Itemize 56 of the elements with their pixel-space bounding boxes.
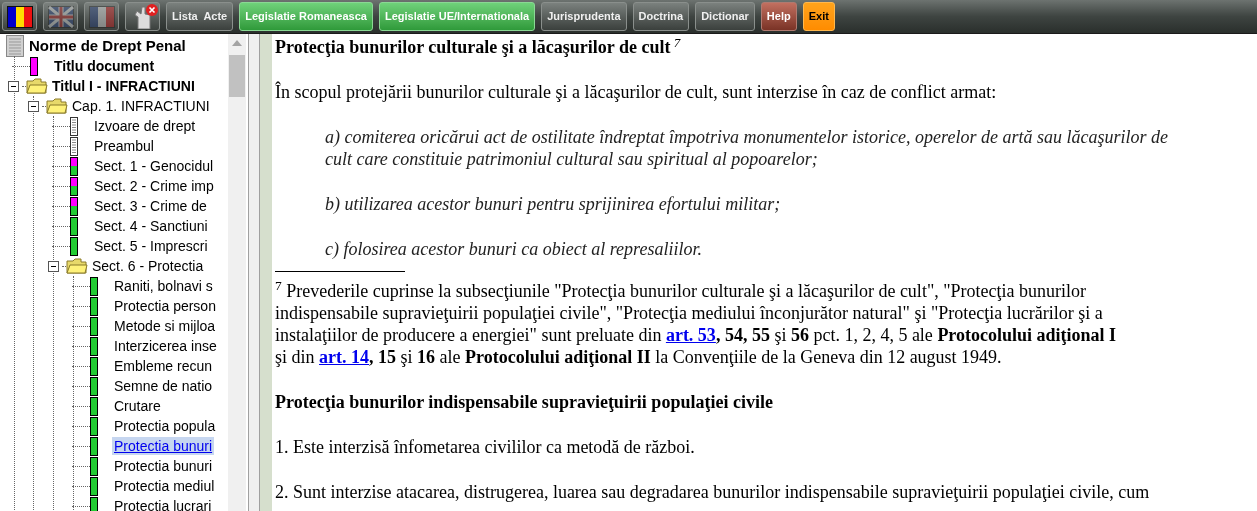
tree-item[interactable]: Sect. 5 - Imprescri: [92, 237, 210, 255]
flag-icon: [6, 5, 33, 28]
article-link[interactable]: art. 53: [665, 325, 716, 345]
folder-icon: [46, 98, 68, 114]
tree-item[interactable]: Embleme recun: [112, 357, 215, 375]
collapse-icon[interactable]: [28, 100, 39, 112]
tree-item[interactable]: Sect. 4 - Sanctiuni: [92, 217, 210, 235]
flag-button[interactable]: [2, 2, 37, 31]
tree-item[interactable]: Protectia bunuri: [112, 437, 215, 455]
tree-item[interactable]: Protectia person: [112, 297, 218, 315]
document-icon: [6, 35, 24, 57]
flag-icon: [47, 5, 74, 28]
document-icon: [30, 56, 38, 76]
list-item: c) folosirea acestor bunuri ca obiect al represaliilor.: [325, 238, 703, 260]
tree-item[interactable]: Protectia bunuri: [112, 457, 215, 475]
tree-item[interactable]: Raniti, bolnavi s: [112, 277, 215, 295]
tree-item[interactable]: Titlul I - INFRACTIUNI: [50, 77, 197, 95]
paragraph: În scopul protejării bunurilor culturale şi a lăcaşurilor de cult, sunt interzise în caz de conflict armat:: [275, 81, 998, 103]
tree-item[interactable]: Preambul: [92, 137, 156, 155]
nav-button[interactable]: Dictionar: [695, 2, 755, 31]
nav-button[interactable]: Exit: [802, 2, 835, 31]
nav-button[interactable]: Jurisprudenta: [541, 2, 627, 31]
scrollbar-thumb[interactable]: [229, 55, 245, 97]
tree-item[interactable]: Norme de Drept Penal: [27, 37, 188, 55]
section-heading: Protecţia bunurilor culturale şi a lăcaşurilor de cult $^{7}$: [275, 36, 681, 58]
tree-item[interactable]: Izvoare de drept: [92, 117, 198, 135]
paragraph: 1. Este interzisă înfometarea civililor ca metodă de război.: [275, 436, 696, 458]
tree-item[interactable]: Sect. 1 - Genocidul: [92, 157, 216, 175]
nav-button[interactable]: Lista Acte: [166, 2, 234, 31]
list-item: a) comiterea oricărui act de ostilitate îndreptat împotriva monumentelor istorice, operelor de artă sau lăcaşurilor de cult care constituie patrimoniul cultural sau spiritual al popoarelor;: [325, 126, 1169, 170]
scrollbar[interactable]: [228, 34, 246, 511]
article-link[interactable]: art. 14: [319, 347, 369, 367]
tree-item[interactable]: Semne de natio: [112, 377, 215, 395]
nav-button[interactable]: Doctrina: [632, 2, 690, 31]
tree-item[interactable]: Sect. 2 - Crime imp: [92, 177, 216, 195]
collapse-icon[interactable]: [48, 260, 59, 272]
footnote: $^{7}$ Prevederile cuprinse la subsecţiunile "Protecţia bunurilor culturale şi a lăcaşurilor de cult", "Protecţia bunurilor indispensabile supravieţuirii populaţiei civile", "Protecţia mediului înconjurător natural" şi "Protecţia lucrărilor şi a instalaţiilor de producere a energiei" sunt preluate din art. 53, 54, 55 şi 56 pct. 1, 2, 4, 5 ale Protocolului adiţional I şi din art. 14, 15 şi 16 ale Protocolului adiţional II la Convenţiile de la Geneva din 12 august 1949.: [275, 280, 1118, 368]
tree-item[interactable]: Protectia lucrari: [112, 497, 214, 511]
tree-item[interactable]: Cap. 1. INFRACTIUNI: [70, 97, 212, 115]
tree-item[interactable]: Interzicerea inse: [112, 337, 219, 355]
folder-icon: [66, 258, 88, 274]
flag-icon: [88, 5, 115, 28]
tree-item[interactable]: Metode si mijloa: [112, 317, 218, 335]
tree-item[interactable]: Protectia popula: [112, 417, 218, 435]
paragraph: 2. Sunt interzise atacarea, distrugerea, luarea sau degradarea bunurilor indispensabile supravieţuirii populaţiei civile, cum: [275, 481, 1151, 503]
list-item: b) utilizarea acestor bunuri pentru sprijinirea efortului militar;: [325, 193, 782, 215]
tree-item[interactable]: Sect. 3 - Crime de: [92, 197, 209, 215]
section-heading: Protecţia bunurilor indispensabile supravieţuirii populaţiei civile: [275, 391, 773, 413]
nav-button[interactable]: Help: [760, 2, 797, 31]
tree-item[interactable]: Titlu document: [52, 57, 157, 75]
tree-item[interactable]: Sect. 6 - Protectia: [90, 257, 206, 275]
folder-icon: [26, 78, 48, 94]
tree-item[interactable]: Crutare: [112, 397, 163, 415]
collapse-icon[interactable]: [8, 80, 19, 92]
close-icon: [146, 4, 158, 16]
tree-item[interactable]: Protectia mediul: [112, 477, 217, 495]
